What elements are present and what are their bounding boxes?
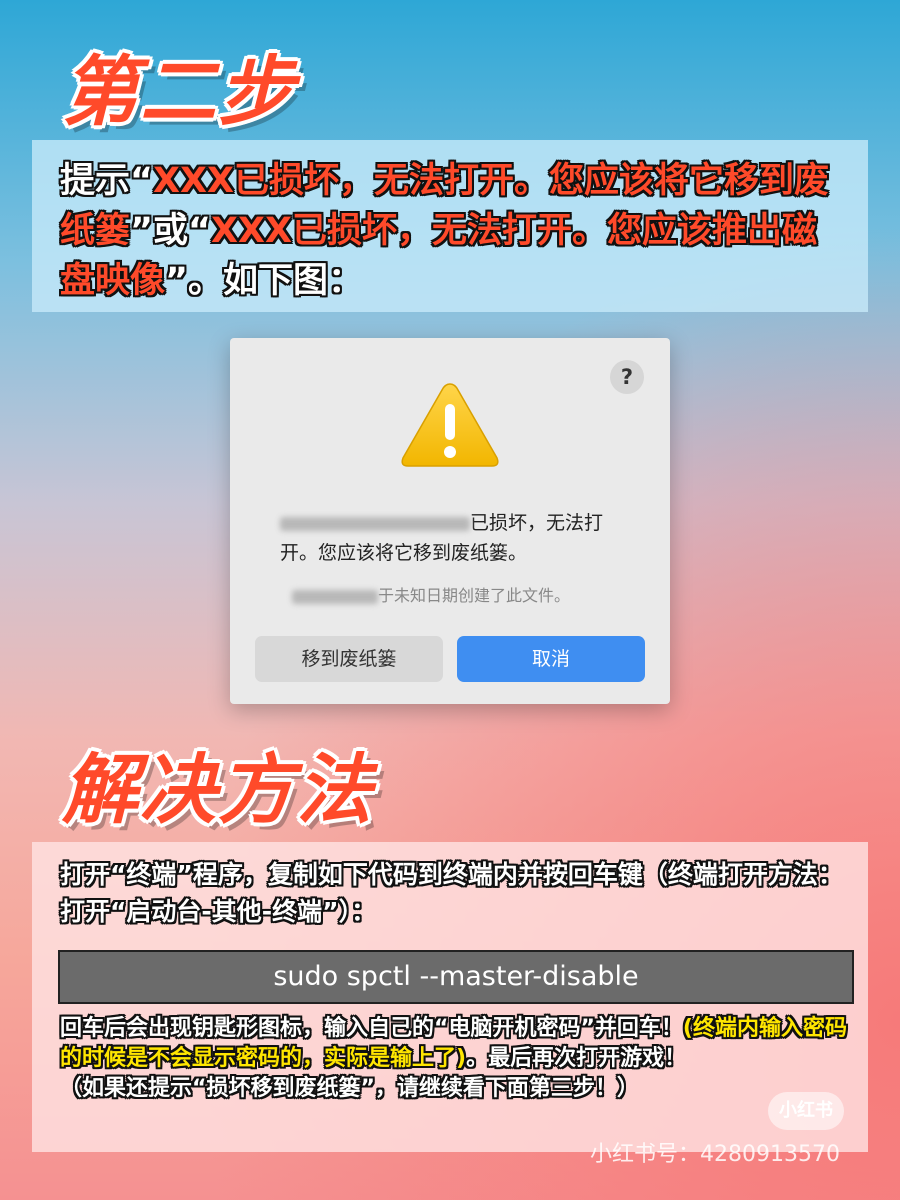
move-to-trash-button[interactable]: 移到废纸篓 [255,636,443,682]
solution-panel: 打开“终端”程序，复制如下代码到终端内并按回车键（终端打开方法：打开“启动台-其… [32,842,868,1152]
cancel-button[interactable]: 取消 [457,636,645,682]
xiaohongshu-logo: 小红书 [768,1092,844,1130]
warning-triangle-icon [401,383,499,467]
after-instruction-text: 回车后会出现钥匙形图标，输入自己的“电脑开机密码”并回车！(终端内输入密码的时候… [60,1016,847,1101]
intro-text: 提示“XXX已损坏，无法打开。您应该将它移到废纸篓”或“XXX已损坏，无法打开。… [60,161,829,301]
instruction-text: 打开“终端”程序，复制如下代码到终端内并按回车键（终端打开方法：打开“启动台-其… [60,860,843,926]
intro-panel: 提示“XXX已损坏，无法打开。您应该将它移到废纸篓”或“XXX已损坏，无法打开。… [32,140,868,312]
damaged-app-dialog: ? 已损坏，无法打 开。您应该将它移到废纸篓。 于未知日期创建了此文件。 移到废… [230,338,670,704]
terminal-command[interactable]: sudo spctl --master-disable [58,950,854,1004]
step-two-heading: 第二步 [62,47,296,136]
watermark-id: 小红书号：4280913570 [590,1142,840,1167]
blurred-creator [292,589,378,604]
solution-heading: 解决方法 [62,745,374,834]
help-button[interactable]: ? [610,360,644,394]
dialog-message: 已损坏，无法打 开。您应该将它移到废纸篓。 [280,512,604,564]
blurred-app-name [280,516,470,531]
dialog-created-note: 于未知日期创建了此文件。 [292,582,570,606]
